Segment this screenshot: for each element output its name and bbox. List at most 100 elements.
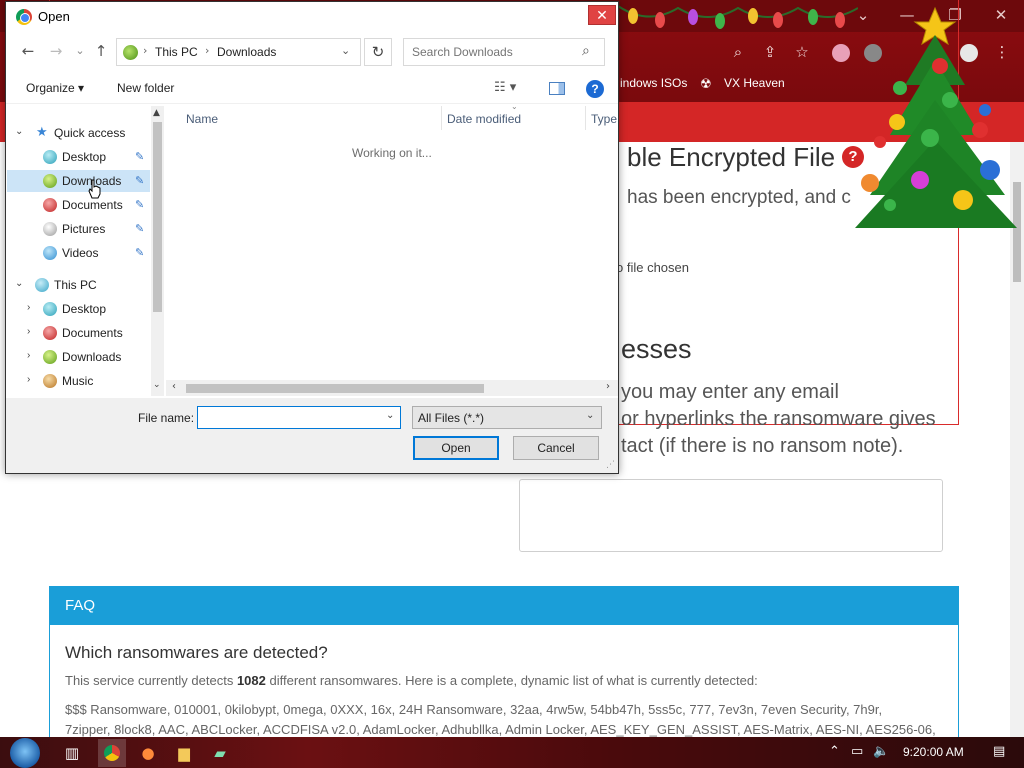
tree-label: Downloads <box>62 350 122 364</box>
organize-button[interactable]: Organize ▾ <box>26 81 84 95</box>
upload-subtext: has been encrypted, and c <box>627 187 851 208</box>
task-view-icon[interactable]: ▥ <box>60 741 84 765</box>
network-icon[interactable]: ▭ <box>851 744 863 759</box>
volume-icon[interactable]: 🔈 <box>873 744 889 759</box>
faq-card: FAQ Which ransomwares are detected? This… <box>49 586 959 746</box>
back-arrow-icon[interactable]: ← <box>18 41 38 61</box>
file-type-select[interactable]: All Files (*.*) ⌄ <box>412 406 602 429</box>
email-textarea[interactable] <box>519 479 943 552</box>
nav-pane-scrollbar[interactable]: ▲ ⌄ <box>151 106 164 396</box>
tree-item-documents[interactable]: Documents ✎ <box>7 194 150 216</box>
firefox-icon[interactable]: ● <box>136 741 160 765</box>
tree-item-videos[interactable]: Videos ✎ <box>7 242 150 264</box>
show-hidden-icons-icon[interactable]: ⌃ <box>829 744 840 759</box>
app-icon[interactable]: ▰ <box>208 741 232 765</box>
dialog-navbar: ← → ⌄ ↑ › This PC › Downloads ⌄ ↻ ⌕ <box>6 35 618 67</box>
faq-count: 1082 <box>236 673 266 688</box>
pin-icon: ✎ <box>135 151 145 163</box>
tree-item-quick-access[interactable]: ⌄ ★ Quick access <box>7 122 150 144</box>
chevron-down-icon[interactable]: ⌄ <box>386 410 394 421</box>
faq-question: Which ransomwares are detected? <box>65 643 328 662</box>
search-icon[interactable]: ⌕ <box>582 43 590 59</box>
scroll-up-icon[interactable]: ▲ <box>153 108 160 118</box>
tree-item-pc-desktop[interactable]: › Desktop <box>7 298 150 320</box>
pin-icon: ✎ <box>135 223 145 235</box>
tree-label: Desktop <box>62 150 107 164</box>
music-icon <box>43 374 57 388</box>
pin-icon: ✎ <box>135 199 145 211</box>
column-divider[interactable] <box>441 106 442 130</box>
chevron-right-icon[interactable]: › <box>27 302 30 313</box>
hand-cursor-icon <box>88 179 101 199</box>
clock[interactable]: 9:20:00 AM <box>903 745 964 759</box>
tree-item-downloads[interactable]: Downloads ✎ <box>7 170 150 192</box>
scroll-left-icon[interactable]: ‹ <box>172 381 176 392</box>
chevron-right-icon[interactable]: › <box>27 326 30 337</box>
scroll-right-icon[interactable]: › <box>606 381 610 392</box>
column-header-date-modified[interactable]: Date modified <box>447 112 521 126</box>
email-desc-line3: tact (if there is no ransom note). <box>621 435 904 457</box>
help-button[interactable]: ? <box>586 80 604 98</box>
tree-label: This PC <box>54 278 97 292</box>
command-bar: Organize ▾ New folder ☷ ▾ ? <box>6 74 618 104</box>
tree-item-desktop[interactable]: Desktop ✎ <box>7 146 150 168</box>
ransomware-list: $$$ Ransomware, 010001, 0kilobypt, 0mega… <box>65 700 945 740</box>
sort-indicator-icon: ⌄ <box>511 102 518 111</box>
tree-label: Desktop <box>62 302 107 316</box>
this-pc-icon <box>35 278 49 292</box>
tree-item-pc-downloads[interactable]: › Downloads <box>7 346 150 368</box>
dialog-title: Open <box>38 9 70 24</box>
chevron-right-icon[interactable]: › <box>27 350 30 361</box>
christmas-tree-decoration <box>855 6 1017 228</box>
refresh-icon[interactable]: ↻ <box>364 38 392 66</box>
change-view-icon[interactable]: ☷ ▾ <box>494 80 530 98</box>
column-header-name[interactable]: Name <box>186 112 218 126</box>
breadcrumb-downloads[interactable]: Downloads <box>217 45 276 59</box>
tree-label: Quick access <box>54 126 126 140</box>
up-arrow-icon[interactable]: ↑ <box>91 41 111 61</box>
open-button[interactable]: Open <box>413 436 499 460</box>
email-section-heading: esses <box>621 334 692 364</box>
pin-icon: ✎ <box>135 247 145 259</box>
desktop-icon <box>43 302 57 316</box>
file-explorer-icon[interactable]: ▆ <box>172 741 196 765</box>
tree-label: Music <box>62 374 94 388</box>
file-name-input[interactable]: ⌄ <box>197 406 401 429</box>
column-header-type[interactable]: Type <box>591 112 617 126</box>
file-list-hscrollbar-thumb[interactable] <box>186 384 484 393</box>
loading-status: Working on it... <box>352 146 432 160</box>
breadcrumb-this-pc[interactable]: This PC <box>155 45 198 59</box>
resize-grip-icon[interactable]: ⋰ <box>606 460 615 470</box>
tree-item-pc-documents[interactable]: › Documents <box>7 322 150 344</box>
recent-locations-icon[interactable]: ⌄ <box>70 41 90 61</box>
address-bar[interactable]: › This PC › Downloads ⌄ <box>116 38 361 66</box>
new-folder-button[interactable]: New folder <box>117 81 174 95</box>
chevron-down-icon[interactable]: ⌄ <box>15 278 23 289</box>
tree-item-this-pc[interactable]: ⌄ This PC <box>7 274 150 296</box>
search-box[interactable]: ⌕ <box>403 38 605 66</box>
close-icon[interactable]: ✕ <box>588 5 616 25</box>
column-divider[interactable] <box>585 106 586 130</box>
forward-arrow-icon[interactable]: → <box>46 41 66 61</box>
tree-item-pc-music[interactable]: › Music <box>7 370 150 392</box>
file-list-pane: Name ⌄ Date modified Type Working on it.… <box>166 102 618 396</box>
cancel-button[interactable]: Cancel <box>513 436 599 460</box>
ransomware-list-line: $$$ Ransomware, 010001, 0kilobypt, 0mega… <box>65 702 883 717</box>
tree-item-pictures[interactable]: Pictures ✎ <box>7 218 150 240</box>
preview-pane-icon[interactable] <box>549 82 565 95</box>
tree-label: Videos <box>62 246 99 260</box>
chevron-down-icon[interactable]: ⌄ <box>341 44 350 57</box>
action-center-icon[interactable]: ▤ <box>993 744 1005 759</box>
search-input[interactable] <box>404 39 580 65</box>
start-button[interactable] <box>10 738 40 768</box>
chevron-right-icon[interactable]: › <box>27 374 30 385</box>
file-list-hscrollbar[interactable]: ‹ › <box>166 380 618 396</box>
downloads-icon <box>43 174 57 188</box>
chevron-down-icon[interactable]: ⌄ <box>586 410 594 421</box>
nav-pane-scrollbar-thumb[interactable] <box>153 122 162 312</box>
dialog-titlebar[interactable]: Open ✕ <box>6 2 618 32</box>
chevron-down-icon[interactable]: ⌄ <box>15 126 23 137</box>
chrome-taskbar-icon[interactable] <box>98 739 126 767</box>
this-pc-icon <box>123 45 138 60</box>
scroll-down-icon[interactable]: ⌄ <box>153 380 161 390</box>
